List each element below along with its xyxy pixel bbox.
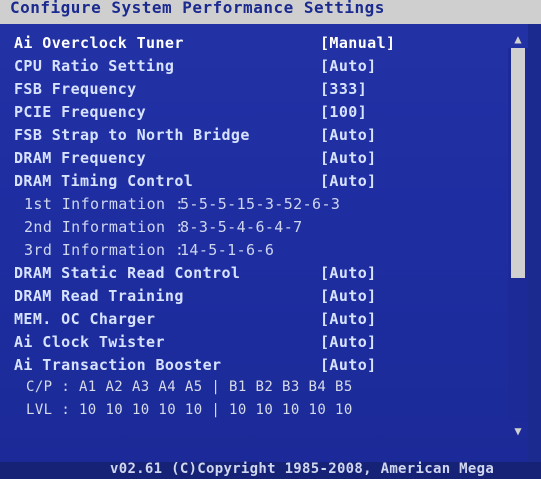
setting-value[interactable]: [Auto] (320, 264, 377, 282)
setting-label: FSB Frequency (14, 80, 137, 98)
setting-dram-timing-control[interactable]: DRAM Timing Control [Auto] (10, 172, 505, 194)
setting-value[interactable]: [Manual] (320, 34, 395, 52)
setting-dram-read-training[interactable]: DRAM Read Training [Auto] (10, 287, 505, 309)
setting-fsb-strap[interactable]: FSB Strap to North Bridge [Auto] (10, 126, 505, 148)
timing-value: 8-3-5-4-6-4-7 (180, 218, 303, 236)
cp-text: C/P : A1 A2 A3 A4 A5 | B1 B2 B3 B4 B5 (26, 379, 353, 395)
scroll-thumb[interactable] (511, 48, 525, 278)
page-title: Configure System Performance Settings (10, 0, 385, 17)
timing-value: 5-5-5-15-3-52-6-3 (180, 195, 341, 213)
scroll-down-icon[interactable]: ▼ (508, 422, 528, 440)
timing-value: 14-5-1-6-6 (180, 241, 275, 259)
scrollbar[interactable]: ▲ ▼ (508, 30, 528, 440)
setting-value[interactable]: [333] (320, 80, 367, 98)
setting-ai-transaction-booster[interactable]: Ai Transaction Booster [Auto] (10, 356, 505, 378)
setting-value[interactable]: [Auto] (320, 310, 377, 328)
setting-fsb-frequency[interactable]: FSB Frequency [333] (10, 80, 505, 102)
setting-label: Ai Overclock Tuner (14, 34, 184, 52)
timing-label: 3rd Information : (24, 241, 185, 259)
setting-value[interactable]: [Auto] (320, 149, 377, 167)
bios-screen: Configure System Performance Settings Ai… (0, 0, 541, 479)
setting-value[interactable]: [Auto] (320, 356, 377, 374)
setting-dram-static-read-control[interactable]: DRAM Static Read Control [Auto] (10, 264, 505, 286)
timing-info-1: 1st Information : 5-5-5-15-3-52-6-3 (10, 195, 505, 217)
setting-label: MEM. OC Charger (14, 310, 156, 328)
settings-list: Ai Overclock Tuner [Manual] CPU Ratio Se… (10, 34, 505, 444)
setting-label: DRAM Timing Control (14, 172, 194, 190)
right-border (528, 24, 541, 468)
setting-value[interactable]: [100] (320, 103, 367, 121)
setting-label: Ai Clock Twister (14, 333, 165, 351)
setting-value[interactable]: [Auto] (320, 57, 377, 75)
timing-label: 2nd Information : (24, 218, 185, 236)
setting-label: PCIE Frequency (14, 103, 147, 121)
setting-ai-overclock-tuner[interactable]: Ai Overclock Tuner [Manual] (10, 34, 505, 56)
setting-label: CPU Ratio Setting (14, 57, 175, 75)
setting-value[interactable]: [Auto] (320, 287, 377, 305)
setting-label: Ai Transaction Booster (14, 356, 222, 374)
setting-label: DRAM Static Read Control (14, 264, 241, 282)
title-bar: Configure System Performance Settings (0, 0, 541, 24)
setting-dram-frequency[interactable]: DRAM Frequency [Auto] (10, 149, 505, 171)
setting-value[interactable]: [Auto] (320, 172, 377, 190)
setting-cpu-ratio[interactable]: CPU Ratio Setting [Auto] (10, 57, 505, 79)
scroll-up-icon[interactable]: ▲ (508, 30, 528, 48)
setting-mem-oc-charger[interactable]: MEM. OC Charger [Auto] (10, 310, 505, 332)
timing-info-3: 3rd Information : 14-5-1-6-6 (10, 241, 505, 263)
setting-value[interactable]: [Auto] (320, 126, 377, 144)
lvl-row: LVL : 10 10 10 10 10 | 10 10 10 10 10 (10, 402, 505, 424)
lvl-text: LVL : 10 10 10 10 10 | 10 10 10 10 10 (26, 402, 353, 418)
cp-row: C/P : A1 A2 A3 A4 A5 | B1 B2 B3 B4 B5 (10, 379, 505, 401)
setting-value[interactable]: [Auto] (320, 333, 377, 351)
footer-bar: v02.61 (C)Copyright 1985-2008, American … (0, 461, 541, 479)
setting-pcie-frequency[interactable]: PCIE Frequency [100] (10, 103, 505, 125)
setting-ai-clock-twister[interactable]: Ai Clock Twister [Auto] (10, 333, 505, 355)
timing-label: 1st Information : (24, 195, 185, 213)
setting-label: DRAM Frequency (14, 149, 147, 167)
setting-label: FSB Strap to North Bridge (14, 126, 250, 144)
copyright-text: v02.61 (C)Copyright 1985-2008, American … (110, 461, 495, 477)
timing-info-2: 2nd Information : 8-3-5-4-6-4-7 (10, 218, 505, 240)
setting-label: DRAM Read Training (14, 287, 184, 305)
